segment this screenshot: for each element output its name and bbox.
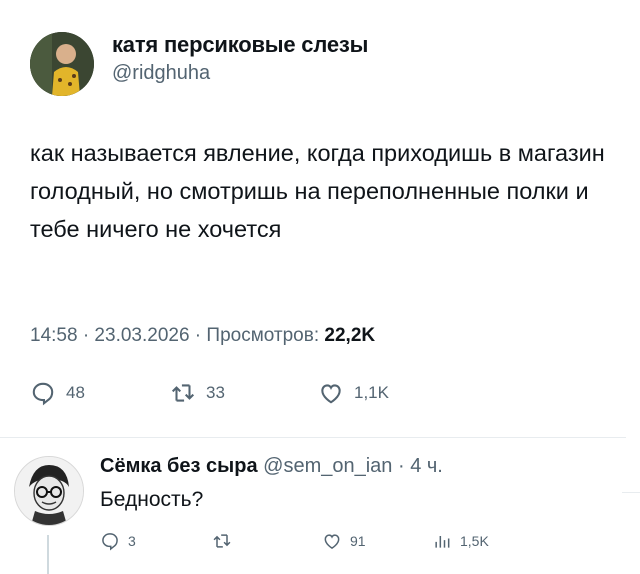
author-avatar[interactable] [30,32,94,96]
reply-reply-button[interactable]: 3 [100,531,136,551]
view-count: 22,2K [324,325,376,346]
reply-author-name[interactable]: Сёмка без сыра [100,455,258,477]
reply-view-count: 1,5K [460,533,489,549]
reply-time[interactable]: · 4 ч. [398,455,443,477]
divider [622,492,640,493]
tweet-text: как называется явление, когда приходишь … [30,140,605,242]
reply-views-button[interactable]: 1,5K [432,531,489,551]
heart-icon [321,384,341,404]
reply-like-button[interactable]: 91 [322,531,366,551]
reply-retweet-button[interactable] [212,531,240,551]
reply-reply-count: 3 [128,533,136,549]
like-count: 1,1K [354,383,389,402]
retweet-count: 33 [206,383,225,402]
bar-chart-icon [435,536,450,548]
author-name[interactable]: катя персиковые слезы [112,32,368,58]
retweet-icon [213,534,231,548]
divider [0,437,626,438]
reply-author-handle[interactable]: @sem_on_ian [263,455,392,477]
speech-bubble-icon [102,533,118,551]
speech-bubble-icon [32,382,54,406]
reply-count: 48 [66,383,85,402]
retweet-icon [171,384,195,402]
tweet-timestamp[interactable]: 14:58 · 23.03.2026 · Просмотров: [30,325,324,346]
reply-text: Бедность? [100,488,204,511]
retweet-button[interactable]: 33 [170,380,225,406]
reply-button[interactable]: 48 [30,380,85,406]
author-handle[interactable]: @ridghuha [112,62,210,85]
reply-header: Сёмка без сыра @sem_on_ian · 4 ч. [100,455,443,478]
tweet-meta: 14:58 · 23.03.2026 · Просмотров: 22,2K [30,325,375,347]
heart-icon [324,534,340,549]
reply-like-count: 91 [350,533,366,549]
like-button[interactable]: 1,1K [318,380,389,406]
reply-author-avatar[interactable] [14,456,84,526]
thread-line [47,535,49,574]
